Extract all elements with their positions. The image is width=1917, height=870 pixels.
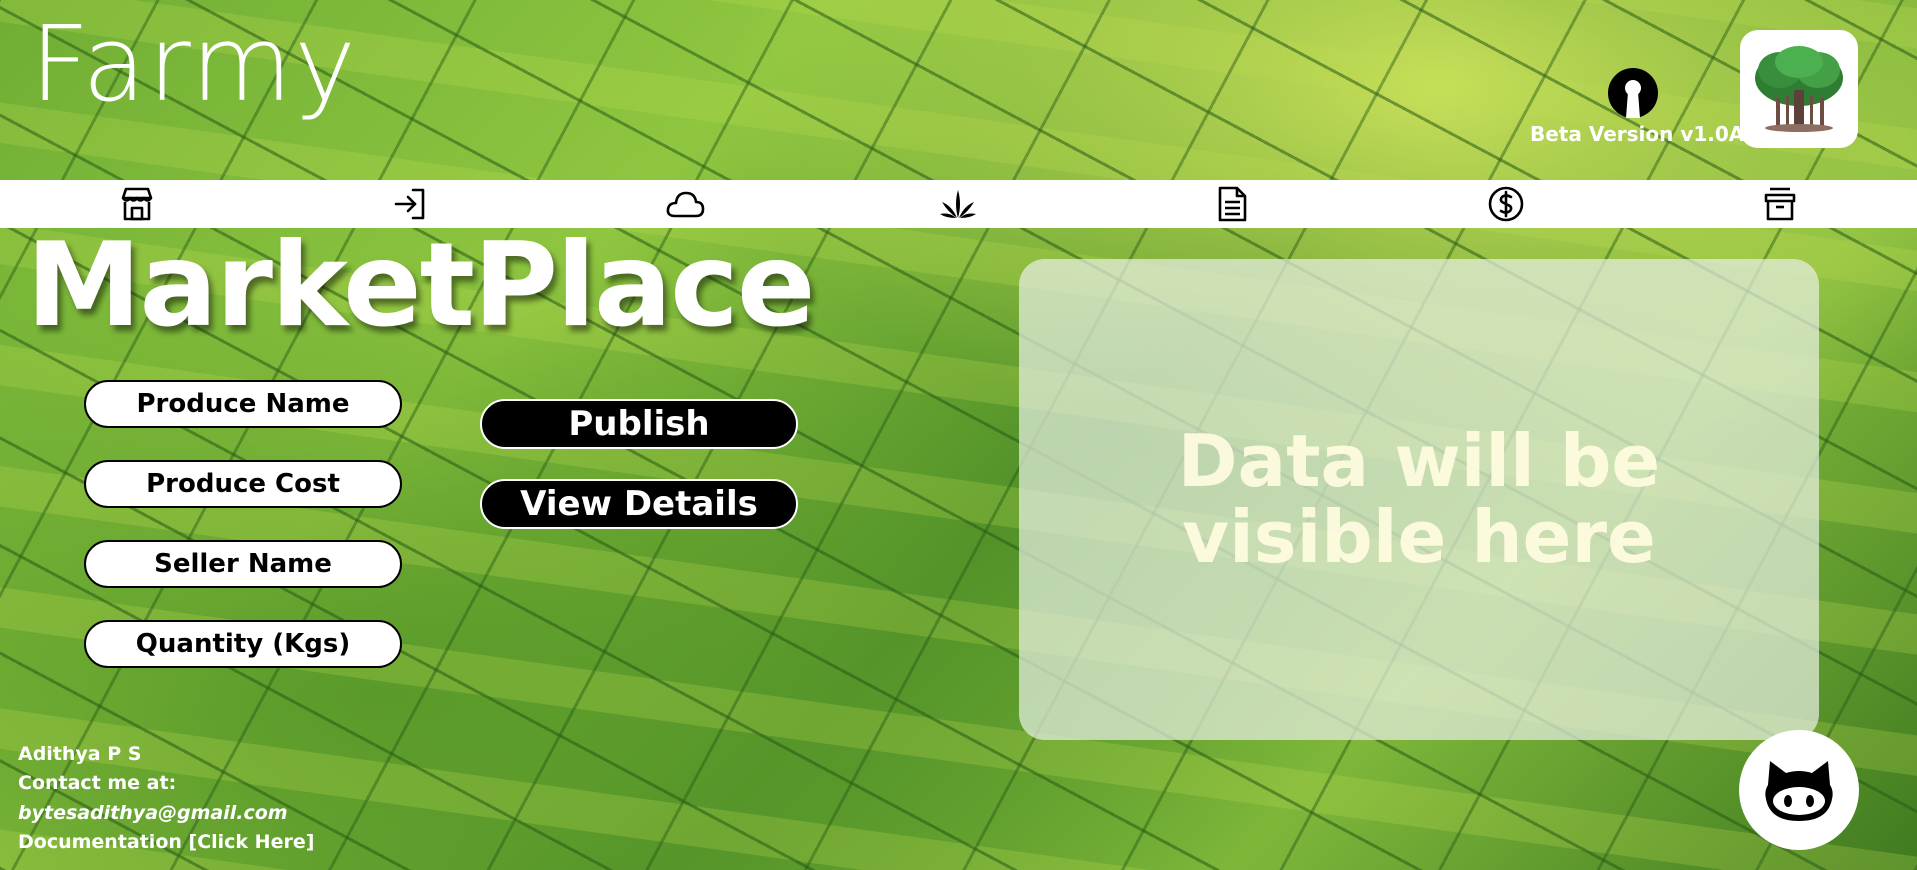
data-display-panel: Data will be visible here	[1019, 259, 1819, 740]
produce-cost-input[interactable]	[84, 460, 402, 508]
plant-icon	[940, 190, 977, 218]
nav-documents[interactable]	[1208, 184, 1256, 224]
seller-name-input[interactable]	[84, 540, 402, 588]
github-link[interactable]	[1739, 730, 1859, 850]
author-name: Adithya P S	[18, 743, 142, 765]
nav-crops[interactable]	[934, 184, 982, 224]
view-details-button[interactable]: View Details	[480, 479, 798, 529]
dollar-icon	[1488, 186, 1524, 222]
archive-icon	[1764, 187, 1796, 221]
beta-version-label: Beta Version v1.0A	[1530, 122, 1745, 146]
page-title: MarketPlace	[26, 218, 816, 353]
nav-archive[interactable]	[1756, 184, 1804, 224]
keyhole-icon	[1608, 68, 1658, 118]
github-cat-icon	[1765, 761, 1833, 821]
nav-finance[interactable]	[1482, 184, 1530, 224]
banyan-tree-logo	[1755, 46, 1843, 132]
document-icon	[1218, 186, 1247, 222]
documentation-link[interactable]: Documentation [Click Here]	[18, 828, 314, 857]
publish-button[interactable]: Publish	[480, 399, 798, 449]
app-brand-title: Farmy	[30, 3, 358, 125]
app-logo[interactable]	[1740, 30, 1858, 148]
produce-name-input[interactable]	[84, 380, 402, 428]
footer-contact: Adithya P S Contact me at: bytesadithya@…	[18, 740, 314, 858]
quantity-input[interactable]	[84, 620, 402, 668]
contact-email-link[interactable]: bytesadithya@gmail.com	[18, 799, 314, 828]
contact-label: Contact me at:	[18, 772, 177, 795]
data-placeholder-text: Data will be visible here	[1177, 418, 1661, 579]
